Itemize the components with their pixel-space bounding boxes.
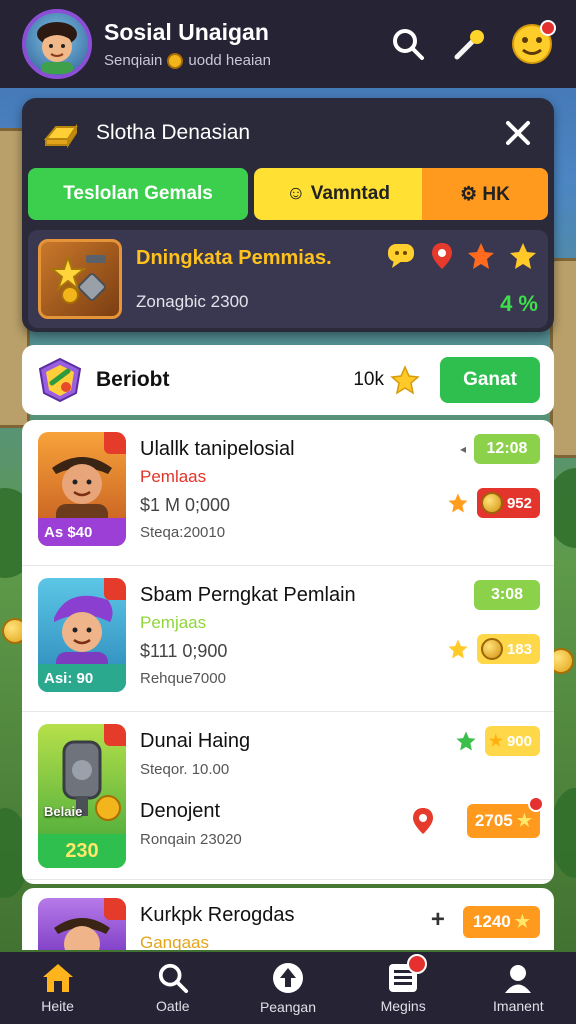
close-button[interactable] (498, 113, 538, 153)
reward-score: 4 % (500, 291, 538, 316)
item-thumbnail (38, 898, 126, 950)
badge-corner (104, 898, 126, 920)
section-title: Beriobt (96, 368, 170, 391)
nav-upload[interactable]: Peangan (238, 961, 338, 1015)
star-icon: ★ (514, 912, 530, 931)
avatar[interactable] (22, 9, 92, 79)
panel-title: Slotha Denasian (96, 121, 251, 144)
tab-hk[interactable]: ⚙ HK (422, 168, 548, 220)
item-meta: Steqa:20010 (140, 524, 226, 541)
value-badge: 1240 ★ (462, 906, 540, 938)
star-icon (448, 639, 468, 659)
badge-corner (104, 432, 126, 454)
list-item[interactable]: Asi: 90 Sbam Perngkat Pemlain Pemjaas $1… (22, 566, 554, 712)
item-thumbnail: As $40 (38, 432, 126, 546)
item-tag: As $40 (38, 518, 126, 546)
item-title: Kurkpk Rerogdas (140, 904, 295, 926)
star-icon (448, 493, 468, 513)
item-list: As $40 Ulallk tanipelosial Pemlaas $1 M … (22, 420, 554, 884)
list-item[interactable]: Belaie 230 Dunai Haing Steqor. 10.00 Den… (22, 712, 554, 880)
item-thumbnail: Belaie 230 (38, 724, 126, 868)
chat-bubble-icon (388, 244, 414, 268)
nav-label: Oatle (156, 998, 190, 1014)
search-button[interactable] (382, 18, 434, 70)
reward-card[interactable]: Dningkata Pemmias. Zonagbic 2300 4 % (28, 230, 548, 328)
event-panel: Slotha Denasian Teslolan Gemals ☺ Vamnta… (22, 98, 554, 332)
app-subtitle: Senqiain uodd heaian (104, 52, 372, 69)
upload-icon (272, 963, 303, 993)
app-header: Sosial Unaigan Senqiain uodd heaian (0, 0, 576, 88)
app-title: Sosial Unaigan (104, 19, 269, 45)
panel-tabs: Teslolan Gemals ☺ Vamntad ⚙ HK (28, 168, 548, 220)
home-icon (42, 964, 73, 992)
time-badge: 3:08 (474, 580, 540, 610)
item-thumbnail: Asi: 90 (38, 578, 126, 692)
notification-dot (407, 954, 428, 974)
star-icon: ★ (488, 733, 503, 750)
nav-label: Megins (380, 998, 426, 1014)
item-tag: Asi: 90 (38, 664, 126, 692)
treasure-icon (49, 253, 106, 304)
value-badge: ★ 900 (484, 726, 540, 756)
section-bar: Beriobt 10k Ganat (22, 345, 554, 415)
time-badge: 12:08 (474, 434, 540, 464)
value-text: 900 (506, 732, 532, 750)
section-count: 10k (353, 369, 384, 390)
search-icon (158, 963, 188, 994)
value-text: 183 (506, 640, 532, 658)
list-item[interactable]: Kurkpk Rerogdas Ganqaas + 1240 ★ (22, 888, 554, 950)
gold-coin-icon (480, 638, 503, 660)
ganat-button[interactable]: Ganat (440, 357, 540, 403)
star-icon (390, 365, 420, 395)
nav-label: Imanent (493, 998, 544, 1014)
badge-corner (104, 578, 126, 600)
item-tag: 230 (38, 834, 126, 868)
list-item[interactable]: As $40 Ulallk tanipelosial Pemlaas $1 M … (22, 420, 554, 566)
nav-label: Heite (41, 998, 74, 1014)
profile-icon (505, 965, 532, 993)
emoji-button[interactable] (506, 18, 558, 70)
nav-home[interactable]: Heite (8, 962, 108, 1014)
nav-messages[interactable]: Megins (353, 954, 453, 1014)
shield-trophy-icon (38, 357, 82, 403)
location-pin-icon (412, 808, 433, 834)
star-orange-icon (468, 243, 494, 269)
gold-coin-icon (480, 492, 503, 514)
value-badge-secondary: 2705 ★ (466, 796, 544, 838)
reward-title: Dningkata Pemmias. (136, 246, 332, 269)
location-pin-icon (432, 243, 452, 269)
nav-search[interactable]: Oatle (123, 962, 223, 1014)
nav-profile[interactable]: Imanent (468, 962, 568, 1014)
notification-dot (540, 20, 556, 36)
notification-dot (528, 796, 544, 812)
coin-icon (167, 52, 184, 69)
nav-label: Peangan (259, 999, 316, 1015)
reward-subtitle: Zonagbic 2300 (136, 291, 249, 311)
plus-icon[interactable]: + (431, 906, 445, 934)
magic-wand-icon (454, 30, 484, 60)
value-badge: 183 (476, 634, 540, 664)
value-text: 952 (506, 494, 532, 512)
star-green-icon (456, 731, 476, 751)
tab-gemals[interactable]: Teslolan Gemals (28, 168, 248, 220)
wand-button[interactable] (444, 18, 496, 70)
value-badge: 952 (476, 488, 540, 518)
search-icon (393, 29, 424, 60)
arrow-left-icon: ◂ (459, 442, 466, 456)
gold-bar-icon (43, 123, 78, 149)
value-text: 1240 (472, 912, 511, 931)
star-icon: ★ (516, 811, 532, 830)
reward-thumbnail (38, 239, 122, 319)
badge-corner (104, 724, 126, 746)
bottom-navigation: Heite Oatle Peangan Megins Imanent (0, 952, 576, 1024)
value-text: 2705 (474, 811, 513, 830)
subtitle-right: uodd heaian (188, 52, 271, 69)
item-subtitle: Ganqaas (140, 933, 209, 950)
tab-vamntad[interactable]: ☺ Vamntad (254, 168, 422, 220)
star-yellow-icon (510, 243, 536, 269)
subtitle-left: Senqiain (104, 52, 163, 69)
item-meta: Rehque7000 (140, 670, 226, 687)
close-icon (506, 121, 530, 145)
item-tag-top: Belaie (44, 804, 83, 819)
